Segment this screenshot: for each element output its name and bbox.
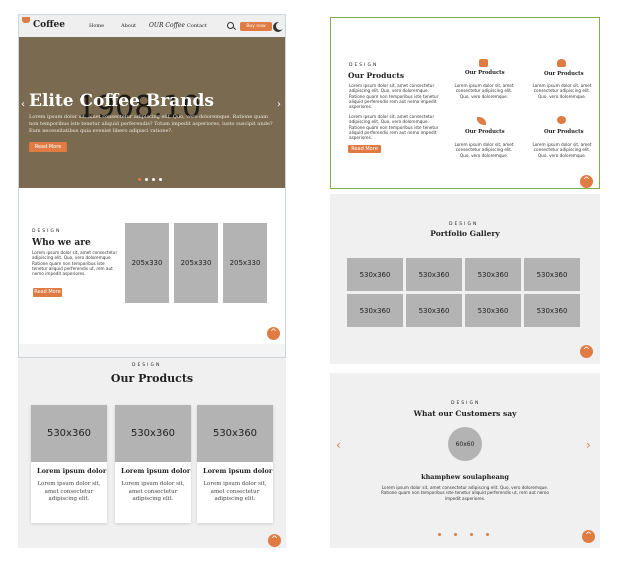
team-image: 205x330: [174, 223, 218, 303]
testimonial-next-arrow-icon[interactable]: ›: [586, 438, 591, 452]
portfolio-image[interactable]: 530x360: [465, 258, 521, 291]
testimonial-carousel-dots: [438, 533, 489, 536]
product-title: Lorem ipsum dolor: [121, 467, 191, 475]
section-eyebrow: DESIGN: [451, 401, 481, 406]
portfolio-image[interactable]: 530x360: [406, 294, 462, 327]
portfolio-image[interactable]: 530x360: [347, 258, 403, 291]
section-title: Our Products: [348, 71, 405, 80]
nav-our-coffee[interactable]: OUR Coffee: [149, 22, 185, 29]
section-eyebrow: DESIGN: [132, 363, 162, 368]
product-card[interactable]: 530x360 Lorem ipsum dolor Lorem ipsum do…: [31, 405, 107, 523]
product-desc: Lorem ipsum dolor sit, amet consectetur …: [454, 142, 514, 158]
clover-icon: [557, 116, 566, 124]
product-card[interactable]: 530x360 Lorem ipsum dolor Lorem ipsum do…: [115, 405, 191, 523]
hero-text: Lorem ipsum dolor sit, amet consectetur …: [29, 114, 273, 134]
avatar: 60x60: [448, 427, 482, 461]
portfolio-image[interactable]: 530x360: [465, 294, 521, 327]
product-text: Lorem ipsum dolor sit, amet consectetur …: [37, 481, 101, 502]
hero-prev-arrow-icon[interactable]: ‹: [21, 99, 25, 110]
wine-glass-icon: [557, 59, 566, 67]
product-title: Lorem ipsum dolor: [37, 467, 107, 475]
product-name: Our Products: [544, 129, 584, 135]
portfolio-panel: DESIGN Portfolio Gallery 530x360 530x360…: [330, 194, 600, 364]
who-read-more-button[interactable]: Read More: [33, 288, 62, 297]
who-we-are-section: DESIGN Who we are Lorem ipsum dolor sit,…: [19, 188, 285, 344]
product-desc: Lorem ipsum dolor sit, amet consectetur …: [532, 83, 592, 99]
carousel-dot[interactable]: [454, 533, 457, 536]
products-cards-panel: DESIGN Our Products 530x360 Lorem ipsum …: [18, 358, 286, 548]
buy-now-button[interactable]: Buy now: [240, 22, 272, 31]
section-eyebrow: DESIGN: [32, 229, 62, 234]
scroll-up-icon[interactable]: ^: [580, 345, 593, 358]
section-title: What our Customers say: [413, 409, 517, 418]
product-image: 530x360: [115, 405, 191, 462]
hero-panel: Coffee Home About OUR Coffee Contact Buy…: [18, 14, 286, 358]
carousel-dot[interactable]: [486, 533, 489, 536]
customer-name: khamphew soulapheang: [421, 473, 509, 481]
carousel-dot[interactable]: [438, 533, 441, 536]
section-text: Lorem ipsum dolor sit, amet consectetur …: [32, 250, 118, 277]
section-text: Lorem ipsum dolor sit, amet consectetur …: [349, 114, 439, 141]
section-title: Who we are: [32, 238, 91, 248]
section-text: Lorem ipsum dolor sit, amet consectetur …: [349, 83, 439, 110]
product-name: Our Products: [544, 71, 584, 77]
product-text: Lorem ipsum dolor sit, amet consectetur …: [203, 481, 267, 502]
products-icons-panel: DESIGN Our Products Lorem ipsum dolor si…: [330, 17, 600, 189]
carousel-dot[interactable]: [145, 178, 148, 181]
section-eyebrow: DESIGN: [349, 63, 379, 68]
hero-banner: 1908.10 Elite Coffee Brands Lorem ipsum …: [19, 37, 285, 188]
navbar: Coffee Home About OUR Coffee Contact Buy…: [19, 15, 285, 37]
product-text: Lorem ipsum dolor sit, amet consectetur …: [121, 481, 185, 502]
portfolio-image[interactable]: 530x360: [406, 258, 462, 291]
hero-title: Elite Coffee Brands: [29, 91, 214, 111]
nav-about[interactable]: About: [121, 23, 136, 29]
product-desc: Lorem ipsum dolor sit, amet consectetur …: [454, 83, 514, 99]
section-title: Our Products: [110, 372, 194, 385]
product-name: Our Products: [465, 70, 505, 76]
hero-read-more-button[interactable]: Read More: [29, 142, 67, 152]
scroll-up-icon[interactable]: ^: [267, 327, 280, 340]
product-title: Lorem ipsum dolor: [203, 467, 273, 475]
scroll-up-icon[interactable]: ^: [268, 534, 281, 547]
coffee-logo-icon: [22, 17, 30, 23]
carousel-dot[interactable]: [138, 178, 141, 181]
carousel-dot[interactable]: [159, 178, 162, 181]
nav-home[interactable]: Home: [89, 23, 104, 29]
site-logo[interactable]: Coffee: [33, 20, 65, 30]
carousel-dot[interactable]: [152, 178, 155, 181]
leaf-icon: [477, 117, 486, 125]
testimonial-text: Lorem ipsum dolor sit, amet consectetur …: [381, 485, 549, 501]
product-image: 530x360: [31, 405, 107, 462]
moon-icon[interactable]: [276, 22, 284, 30]
hero-next-arrow-icon[interactable]: ›: [277, 99, 281, 110]
portfolio-image[interactable]: 530x360: [524, 294, 580, 327]
portfolio-image[interactable]: 530x360: [347, 294, 403, 327]
portfolio-image[interactable]: 530x360: [524, 258, 580, 291]
search-icon[interactable]: [227, 22, 234, 29]
products-read-more-button[interactable]: Read More: [348, 145, 381, 153]
team-image: 205x330: [125, 223, 169, 303]
scroll-up-icon[interactable]: ^: [580, 175, 593, 188]
product-card[interactable]: 530x360 Lorem ipsum dolor Lorem ipsum do…: [197, 405, 273, 523]
scroll-up-icon[interactable]: ^: [582, 530, 595, 543]
nav-contact[interactable]: Contact: [187, 23, 207, 29]
testimonial-prev-arrow-icon[interactable]: ‹: [336, 438, 341, 452]
section-title: Portfolio Gallery: [430, 229, 500, 238]
section-eyebrow: DESIGN: [449, 222, 479, 227]
coffee-cup-icon: [479, 59, 488, 67]
team-image: 205x330: [223, 223, 267, 303]
testimonials-panel: DESIGN What our Customers say ‹ › 60x60 …: [330, 373, 600, 548]
product-image: 530x360: [197, 405, 273, 462]
carousel-dot[interactable]: [470, 533, 473, 536]
product-name: Our Products: [465, 129, 505, 135]
hero-carousel-dots: [138, 178, 162, 181]
product-desc: Lorem ipsum dolor sit, amet consectetur …: [532, 142, 592, 158]
